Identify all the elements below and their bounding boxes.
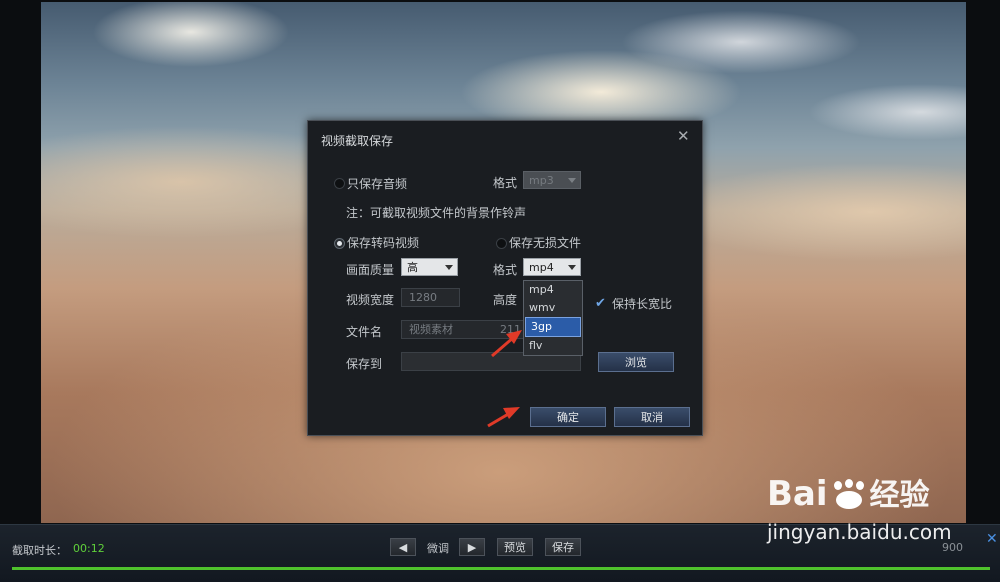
chevron-down-icon: [568, 178, 576, 183]
checkmark-icon[interactable]: ✔: [595, 296, 606, 311]
preview-button[interactable]: 预览: [497, 538, 533, 556]
quality-select[interactable]: 高: [401, 258, 458, 276]
filename-label: 文件名: [346, 325, 383, 339]
save-to-label: 保存到: [346, 357, 383, 371]
audio-format-value: mp3: [529, 174, 554, 187]
watermark-brand: Bai: [767, 474, 828, 514]
save-button[interactable]: 保存: [545, 538, 581, 556]
format-option-wmv[interactable]: wmv: [524, 299, 582, 317]
format-option-mp4[interactable]: mp4: [524, 281, 582, 299]
fine-tune-label: 微调: [427, 542, 449, 555]
browse-button[interactable]: 浏览: [598, 352, 674, 372]
transcode-radio[interactable]: [334, 238, 345, 249]
keep-ratio-label: 保持长宽比: [612, 297, 673, 311]
step-forward-button[interactable]: ▶: [459, 538, 485, 556]
baidu-watermark: Bai 经验 jingyan.baidu.com: [767, 476, 952, 544]
lossless-radio[interactable]: [496, 238, 507, 249]
paw-icon: [828, 479, 870, 509]
video-width-label: 视频宽度: [346, 293, 395, 307]
red-arrow-icon: [491, 330, 522, 358]
red-arrow-icon: [487, 407, 520, 428]
timeline-progress[interactable]: [12, 567, 990, 570]
format-label: 格式: [493, 263, 518, 277]
audio-format-label: 格式: [493, 176, 518, 190]
transcode-label: 保存转码视频: [347, 236, 420, 250]
quality-label: 画面质量: [346, 263, 395, 277]
format-select[interactable]: mp4: [523, 258, 581, 276]
quality-value: 高: [407, 261, 418, 274]
duration-value: 00:12: [73, 542, 105, 555]
audio-only-label: 只保存音频: [347, 177, 408, 191]
dialog-title: 视频截取保存: [321, 134, 394, 148]
close-icon[interactable]: ✕: [986, 531, 998, 547]
cancel-button[interactable]: 取消: [614, 407, 690, 427]
format-value: mp4: [529, 261, 554, 274]
watermark-url: jingyan.baidu.com: [767, 520, 952, 544]
right-arrow-icon: ▶: [467, 541, 477, 554]
ringtone-note: 注：可截取视频文件的背景作铃声: [346, 206, 527, 220]
audio-format-select: mp3: [523, 171, 581, 189]
left-arrow-icon: ◀: [398, 541, 408, 554]
video-width-input[interactable]: 1280: [401, 288, 460, 307]
video-height-label: 高度: [493, 293, 518, 307]
audio-only-radio[interactable]: [334, 178, 345, 189]
chevron-down-icon: [568, 265, 576, 270]
duration-label: 截取时长：: [12, 544, 67, 557]
filename-value: 视频素材: [409, 323, 453, 336]
watermark-brand-cn: 经验: [869, 478, 930, 513]
chevron-down-icon: [445, 265, 453, 270]
lossless-label: 保存无损文件: [509, 236, 582, 250]
ok-button[interactable]: 确定: [530, 407, 606, 427]
annotation-arrows: [487, 330, 522, 428]
step-back-button[interactable]: ◀: [390, 538, 416, 556]
close-icon[interactable]: ✕: [677, 127, 690, 145]
